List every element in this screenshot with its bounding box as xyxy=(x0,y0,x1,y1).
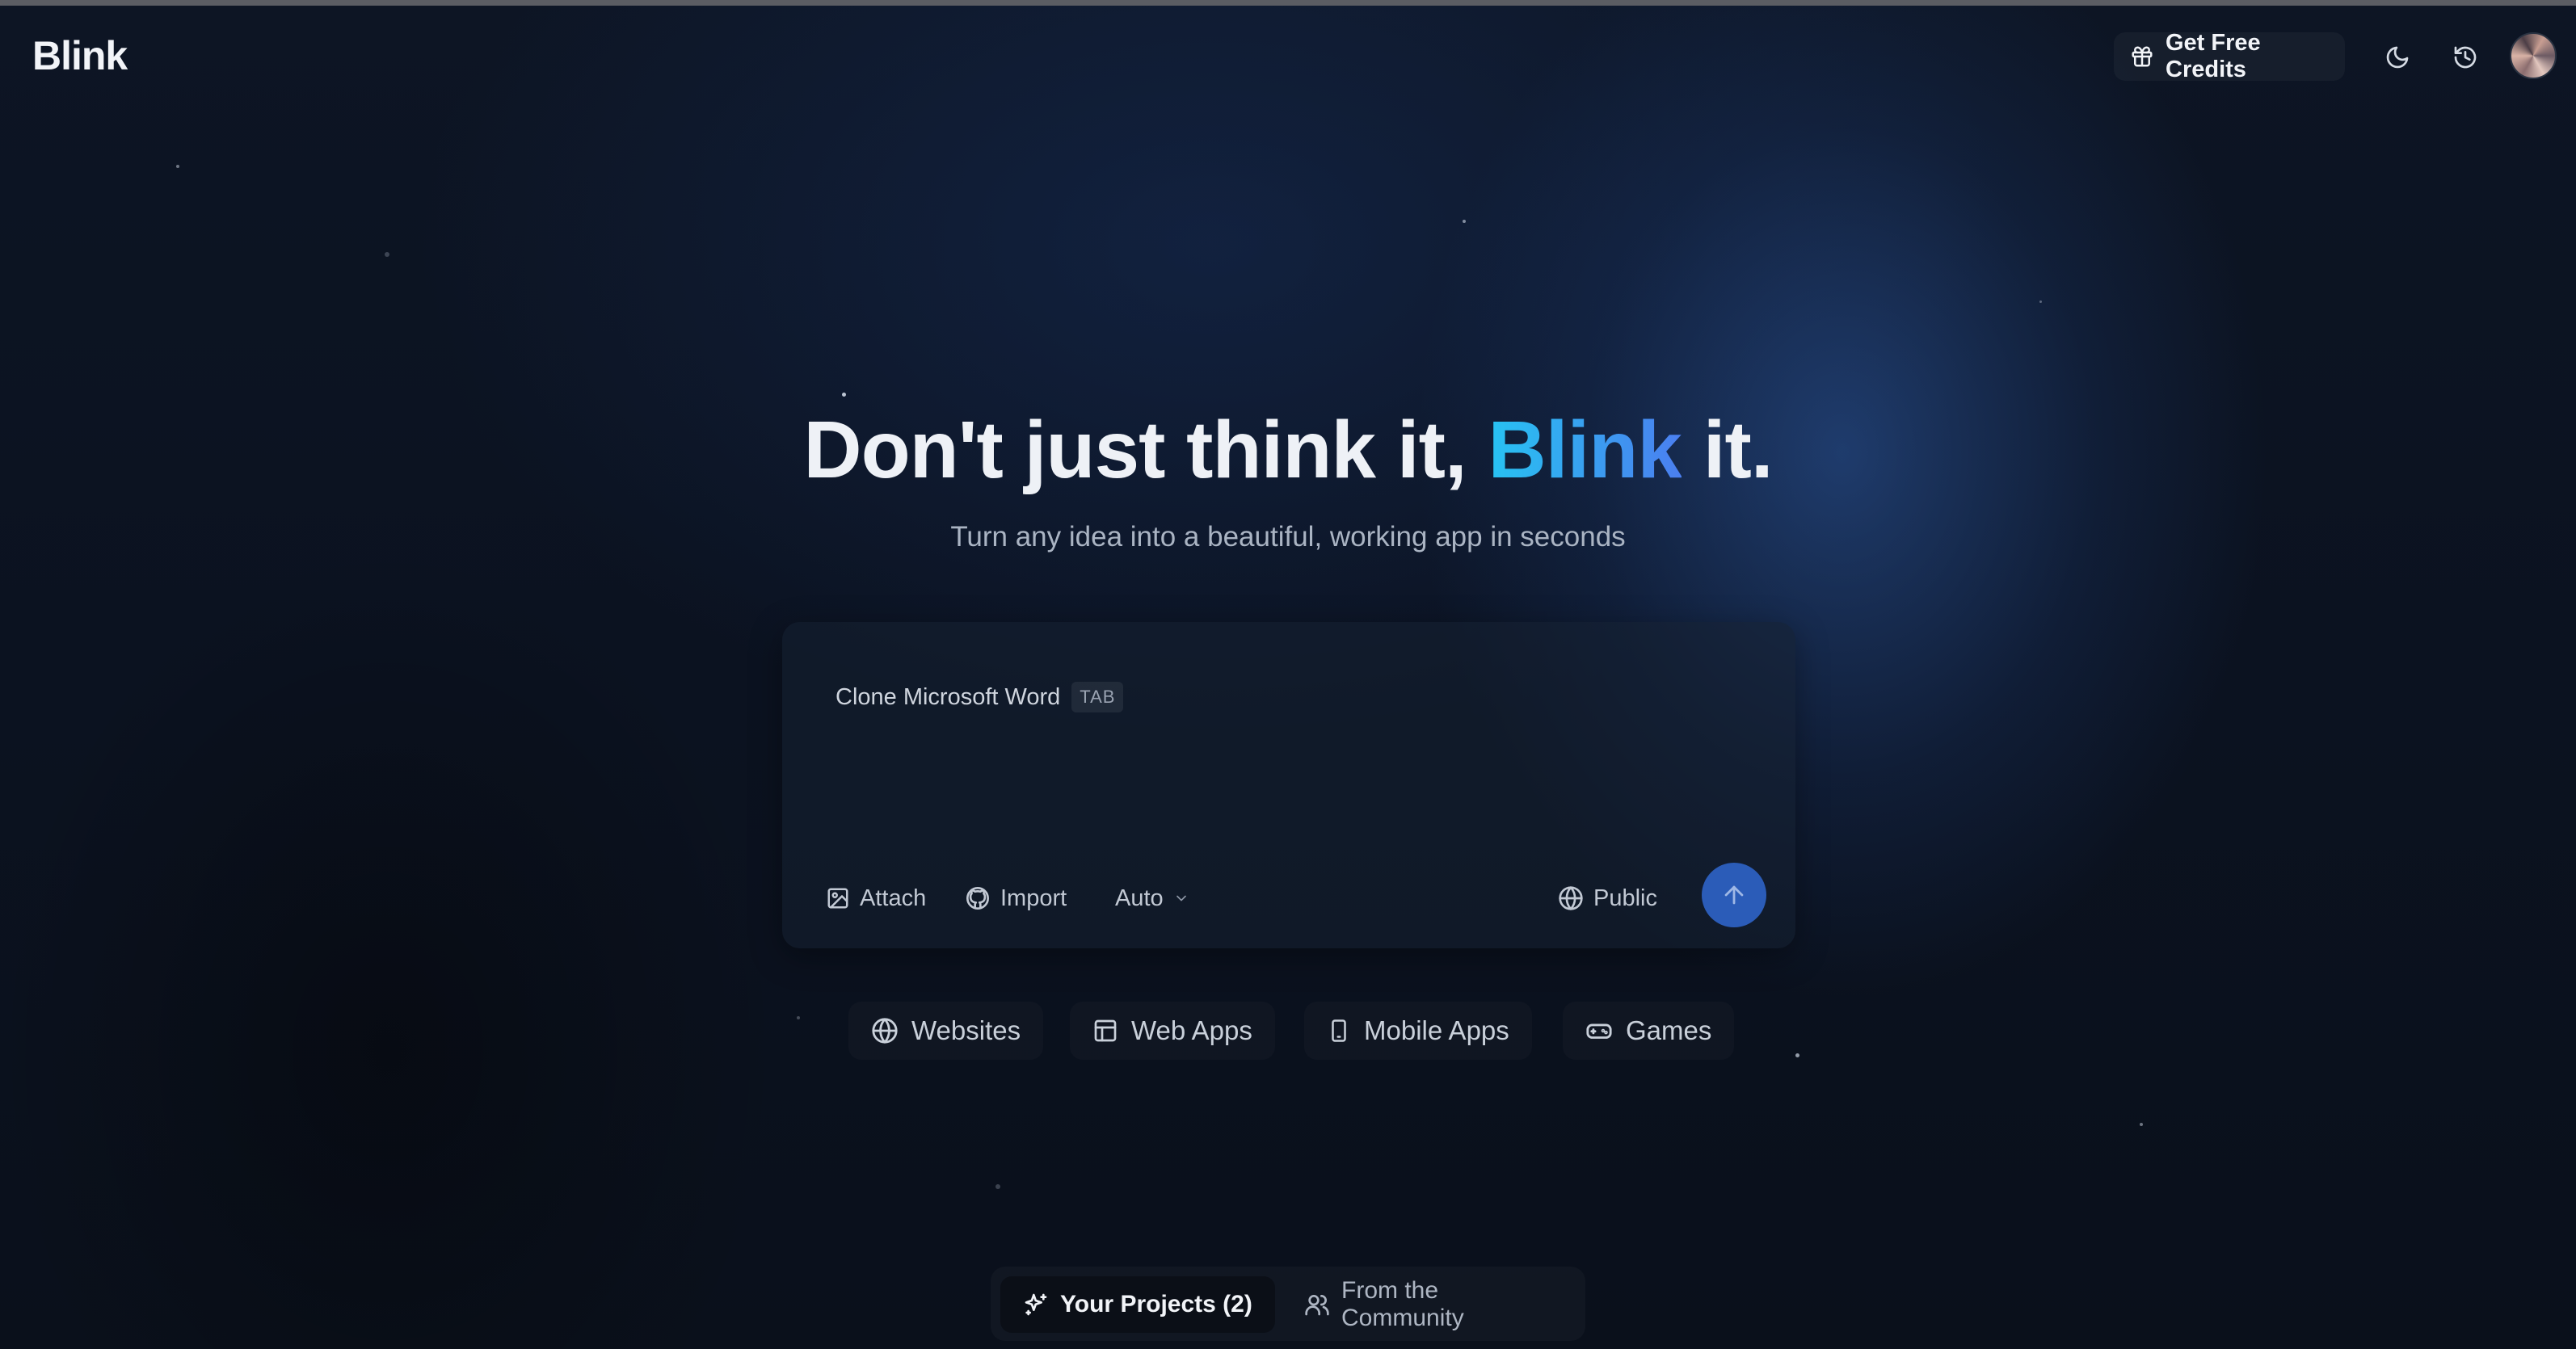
background-star xyxy=(385,252,389,257)
category-label: Websites xyxy=(911,1015,1021,1045)
category-games[interactable]: Games xyxy=(1563,1002,1734,1060)
hero-subtitle: Turn any idea into a beautiful, working … xyxy=(950,521,1626,553)
moon-icon xyxy=(2384,44,2410,70)
category-label: Web Apps xyxy=(1131,1015,1252,1045)
category-web-apps[interactable]: Web Apps xyxy=(1070,1002,1275,1060)
category-mobile-apps[interactable]: Mobile Apps xyxy=(1304,1002,1532,1060)
background-star xyxy=(842,393,846,397)
get-free-credits-button[interactable]: Get Free Credits xyxy=(2114,30,2345,82)
attach-label: Attach xyxy=(860,885,927,911)
send-button[interactable] xyxy=(1702,863,1766,927)
users-icon xyxy=(1304,1292,1330,1317)
prompt-suggestion[interactable]: Clone Microsoft Word TAB xyxy=(836,682,1124,712)
projects-tab-bar: Your Projects (2) From the Community xyxy=(991,1267,1585,1341)
background-star xyxy=(1795,1053,1799,1057)
import-button[interactable]: Import xyxy=(965,874,1067,922)
visibility-toggle[interactable]: Public xyxy=(1558,874,1657,922)
github-icon xyxy=(965,885,991,911)
image-icon xyxy=(826,886,850,910)
tab-your-projects[interactable]: Your Projects (2) xyxy=(1000,1276,1275,1333)
window-top-border xyxy=(0,0,2576,6)
background-star xyxy=(1463,220,1466,223)
hero-title: Don't just think it, Blink it. xyxy=(0,404,2576,497)
import-label: Import xyxy=(1000,885,1067,911)
hero-title-brand: Blink xyxy=(1488,405,1682,495)
category-label: Games xyxy=(1626,1015,1712,1045)
visibility-label: Public xyxy=(1593,885,1657,911)
arrow-up-icon xyxy=(1720,881,1748,909)
tab-key-badge: TAB xyxy=(1071,682,1124,712)
tab-from-the-community[interactable]: From the Community xyxy=(1282,1276,1585,1333)
background-star xyxy=(995,1184,1000,1189)
model-select[interactable]: Auto xyxy=(1115,874,1189,922)
history-button[interactable] xyxy=(2443,36,2487,79)
gift-icon xyxy=(2130,44,2154,69)
sparkles-icon xyxy=(1023,1292,1049,1317)
globe-icon xyxy=(1558,885,1584,911)
background-star xyxy=(2039,300,2042,303)
get-free-credits-label: Get Free Credits xyxy=(2166,30,2261,82)
tab-from-the-community-label: From the Community xyxy=(1341,1277,1464,1331)
category-websites[interactable]: Websites xyxy=(848,1002,1043,1060)
background-star xyxy=(176,165,179,168)
model-select-label: Auto xyxy=(1115,885,1164,911)
prompt-suggestion-text: Clone Microsoft Word xyxy=(836,683,1061,710)
background-star xyxy=(2140,1123,2143,1126)
background-star xyxy=(797,1016,800,1019)
hero-title-suffix: it. xyxy=(1681,405,1774,495)
attach-button[interactable]: Attach xyxy=(826,874,926,922)
hero-title-prefix: Don't just think it, xyxy=(803,405,1488,495)
app-logo[interactable]: Blink xyxy=(32,32,128,79)
gamepad-icon xyxy=(1585,1017,1613,1044)
category-label: Mobile Apps xyxy=(1364,1015,1509,1045)
user-avatar[interactable] xyxy=(2510,32,2557,79)
theme-toggle-button[interactable] xyxy=(2376,36,2419,79)
prompt-input-box[interactable]: Clone Microsoft Word TAB Attach Import A… xyxy=(782,622,1795,948)
globe-icon xyxy=(871,1017,899,1044)
smartphone-icon xyxy=(1327,1017,1351,1044)
chevron-down-icon xyxy=(1173,890,1189,906)
layout-icon xyxy=(1092,1018,1118,1044)
history-icon xyxy=(2452,44,2478,70)
tab-your-projects-label: Your Projects (2) xyxy=(1060,1291,1252,1317)
